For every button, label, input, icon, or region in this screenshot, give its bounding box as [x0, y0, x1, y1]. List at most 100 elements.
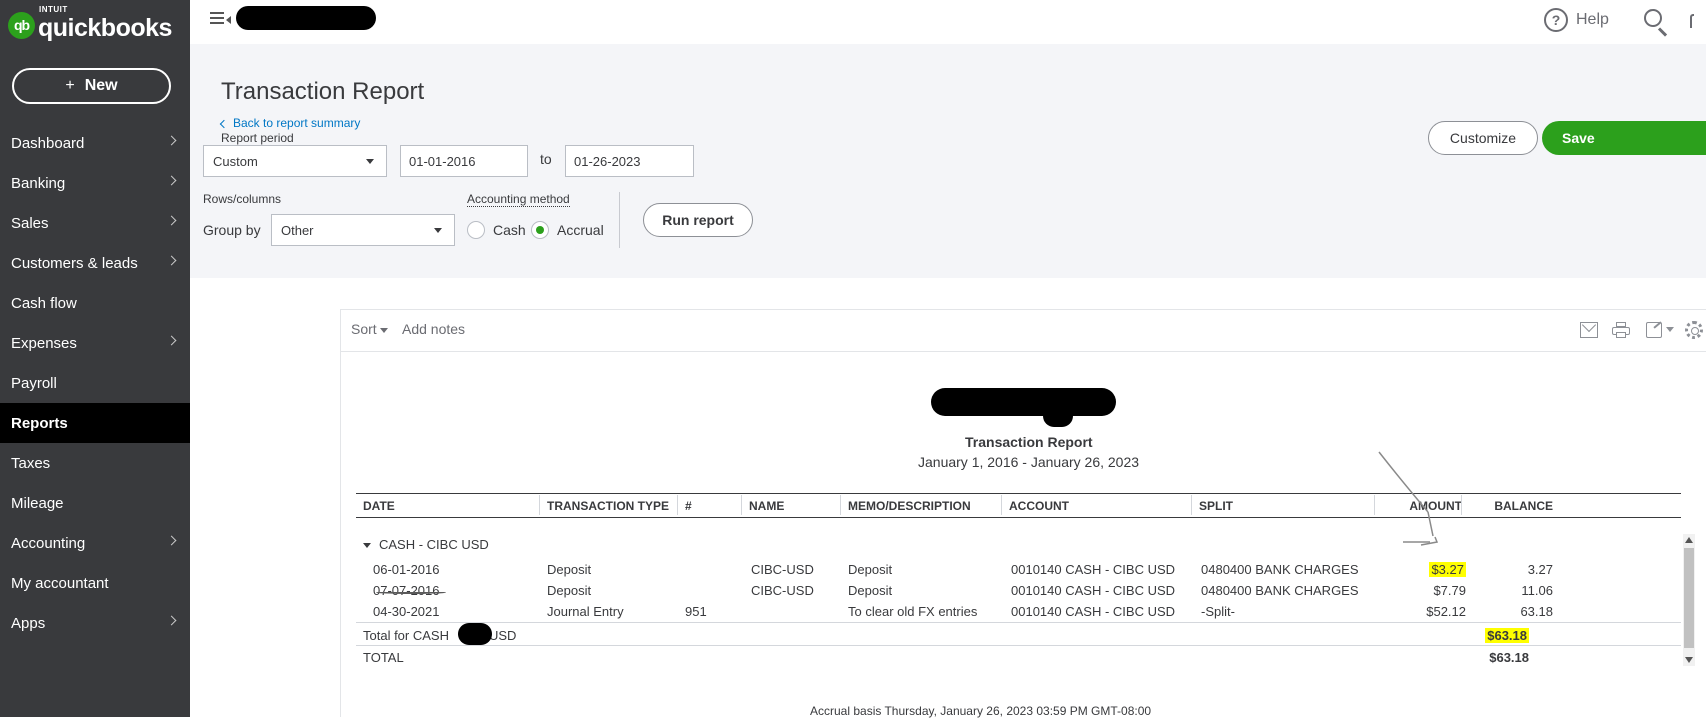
collapse-menu-icon[interactable]: [210, 12, 232, 28]
user-icon[interactable]: [1690, 14, 1694, 28]
run-report-button[interactable]: Run report: [643, 203, 753, 237]
group-by-select[interactable]: Other: [271, 214, 455, 246]
collapse-triangle-icon: [363, 543, 371, 549]
sidebar-nav: Dashboard Banking Sales Customers & leads Ca…: [0, 123, 190, 643]
column-resize-handle[interactable]: [741, 495, 742, 515]
plus-icon: +: [65, 77, 75, 94]
search-icon[interactable]: [1644, 9, 1670, 37]
accrual-radio[interactable]: Accrual: [531, 221, 604, 239]
cell-account: 0010140 CASH - CIBC USD: [1011, 562, 1176, 577]
column-resize-handle[interactable]: [1001, 495, 1002, 515]
accrual-radio-label: Accrual: [557, 222, 604, 238]
cell-split: 0480400 BANK CHARGES: [1201, 583, 1359, 598]
grand-total-label: TOTAL: [363, 650, 404, 665]
column-header-amount[interactable]: AMOUNT: [1392, 499, 1462, 513]
sidebar-item-accounting[interactable]: Accounting: [0, 523, 190, 563]
new-button[interactable]: + New: [12, 68, 171, 104]
column-header-[interactable]: #: [685, 499, 692, 513]
total-group-label: Total for CASH USD: [363, 628, 517, 643]
cell-name: CIBC-USD: [751, 562, 814, 577]
group-by-label: Group by: [203, 222, 261, 238]
cell-balance: 11.06: [1521, 583, 1553, 598]
quickbooks-wordmark: quickbooks: [38, 13, 172, 42]
total-group-amount: $63.18: [1485, 628, 1529, 643]
sidebar-item-payroll[interactable]: Payroll: [0, 363, 190, 403]
sidebar-item-my-accountant[interactable]: My accountant: [0, 563, 190, 603]
table-scrollbar[interactable]: [1683, 534, 1695, 666]
export-caret-icon[interactable]: [1666, 327, 1674, 332]
group-by-value: Other: [281, 222, 314, 238]
cell-memo: Deposit: [848, 562, 893, 577]
sidebar-item-sales[interactable]: Sales: [0, 203, 190, 243]
column-resize-handle[interactable]: [840, 495, 841, 515]
radio-circle-icon: [467, 221, 485, 239]
email-icon[interactable]: [1580, 322, 1598, 338]
accounting-method-label: Accounting method: [467, 192, 570, 207]
new-button-label: New: [84, 77, 118, 94]
column-resize-handle[interactable]: [539, 495, 540, 515]
cell-split: -Split-: [1201, 604, 1235, 619]
chevron-right-icon: [166, 335, 177, 346]
customize-button[interactable]: Customize: [1428, 121, 1538, 155]
column-resize-handle[interactable]: [1461, 495, 1462, 515]
cell-date[interactable]: 06-01-2016: [373, 562, 440, 577]
column-header-transaction-type[interactable]: TRANSACTION TYPE: [547, 499, 669, 513]
chevron-right-icon: [166, 255, 177, 266]
column-header-memo-description[interactable]: MEMO/DESCRIPTION: [848, 499, 971, 513]
sort-dropdown[interactable]: Sort: [351, 321, 388, 337]
column-header-balance[interactable]: BALANCE: [1483, 499, 1553, 513]
sidebar-item-customers-leads[interactable]: Customers & leads: [0, 243, 190, 283]
rows-columns-label: Rows/columns: [203, 192, 282, 206]
add-notes-link[interactable]: Add notes: [402, 321, 465, 337]
cell-type: Journal Entry: [547, 604, 624, 619]
column-header-date[interactable]: DATE: [363, 499, 395, 513]
export-icon[interactable]: [1646, 322, 1662, 338]
chevron-right-icon: [166, 535, 177, 546]
qb-badge-icon: qb: [8, 11, 35, 39]
column-header-account[interactable]: ACCOUNT: [1009, 499, 1069, 513]
print-icon[interactable]: [1612, 322, 1630, 338]
group-header-cash-cibc-usd[interactable]: CASH - CIBC USD: [363, 537, 489, 552]
annotation-underline: [376, 591, 446, 594]
row-divider: [356, 622, 1681, 623]
chevron-right-icon: [166, 615, 177, 626]
chevron-down-icon: [434, 228, 442, 233]
cash-radio[interactable]: Cash: [467, 221, 526, 239]
page-title: Transaction Report: [221, 78, 425, 105]
grand-total-amount: $63.18: [1489, 650, 1529, 665]
sidebar-item-expenses[interactable]: Expenses: [0, 323, 190, 363]
sidebar-item-dashboard[interactable]: Dashboard: [0, 123, 190, 163]
date-to-input[interactable]: 01-26-2023: [565, 145, 694, 177]
cell-date[interactable]: 04-30-2021: [373, 604, 440, 619]
sidebar-item-mileage[interactable]: Mileage: [0, 483, 190, 523]
report-footer: Accrual basis Thursday, January 26, 2023…: [810, 704, 1152, 718]
column-resize-handle[interactable]: [1374, 495, 1375, 515]
chevron-right-icon: [166, 175, 177, 186]
save-customization-button[interactable]: Save: [1542, 121, 1706, 155]
date-from-input[interactable]: 01-01-2016: [400, 145, 528, 177]
column-header-split[interactable]: SPLIT: [1199, 499, 1233, 513]
back-to-summary-link[interactable]: Back to report summary: [219, 116, 360, 130]
column-header-name[interactable]: NAME: [749, 499, 784, 513]
sidebar-item-apps[interactable]: Apps: [0, 603, 190, 643]
report-period-value: Custom: [213, 153, 258, 169]
cell-memo: Deposit: [848, 583, 893, 598]
gear-icon[interactable]: [1685, 321, 1703, 339]
cell-memo: To clear old FX entries: [848, 604, 978, 619]
cell-account: 0010140 CASH - CIBC USD: [1011, 583, 1176, 598]
column-resize-handle[interactable]: [677, 495, 678, 515]
help-button[interactable]: ? Help: [1544, 8, 1609, 32]
table-header-rule: [356, 517, 1681, 518]
sidebar-item-cash-flow[interactable]: Cash flow: [0, 283, 190, 323]
quickbooks-logo[interactable]: qb INTUIT quickbooks: [8, 5, 172, 42]
cell-account: 0010140 CASH - CIBC USD: [1011, 604, 1176, 619]
sidebar-item-taxes[interactable]: Taxes: [0, 443, 190, 483]
report-period-select[interactable]: Custom: [203, 145, 387, 177]
cell-num: 951: [685, 604, 707, 619]
redacted-company-name: [236, 6, 376, 30]
table-top-rule: [356, 493, 1681, 494]
column-resize-handle[interactable]: [1191, 495, 1192, 515]
report-title: Transaction Report: [965, 434, 1093, 450]
sidebar-item-banking[interactable]: Banking: [0, 163, 190, 203]
sidebar-item-reports[interactable]: Reports: [0, 403, 190, 443]
